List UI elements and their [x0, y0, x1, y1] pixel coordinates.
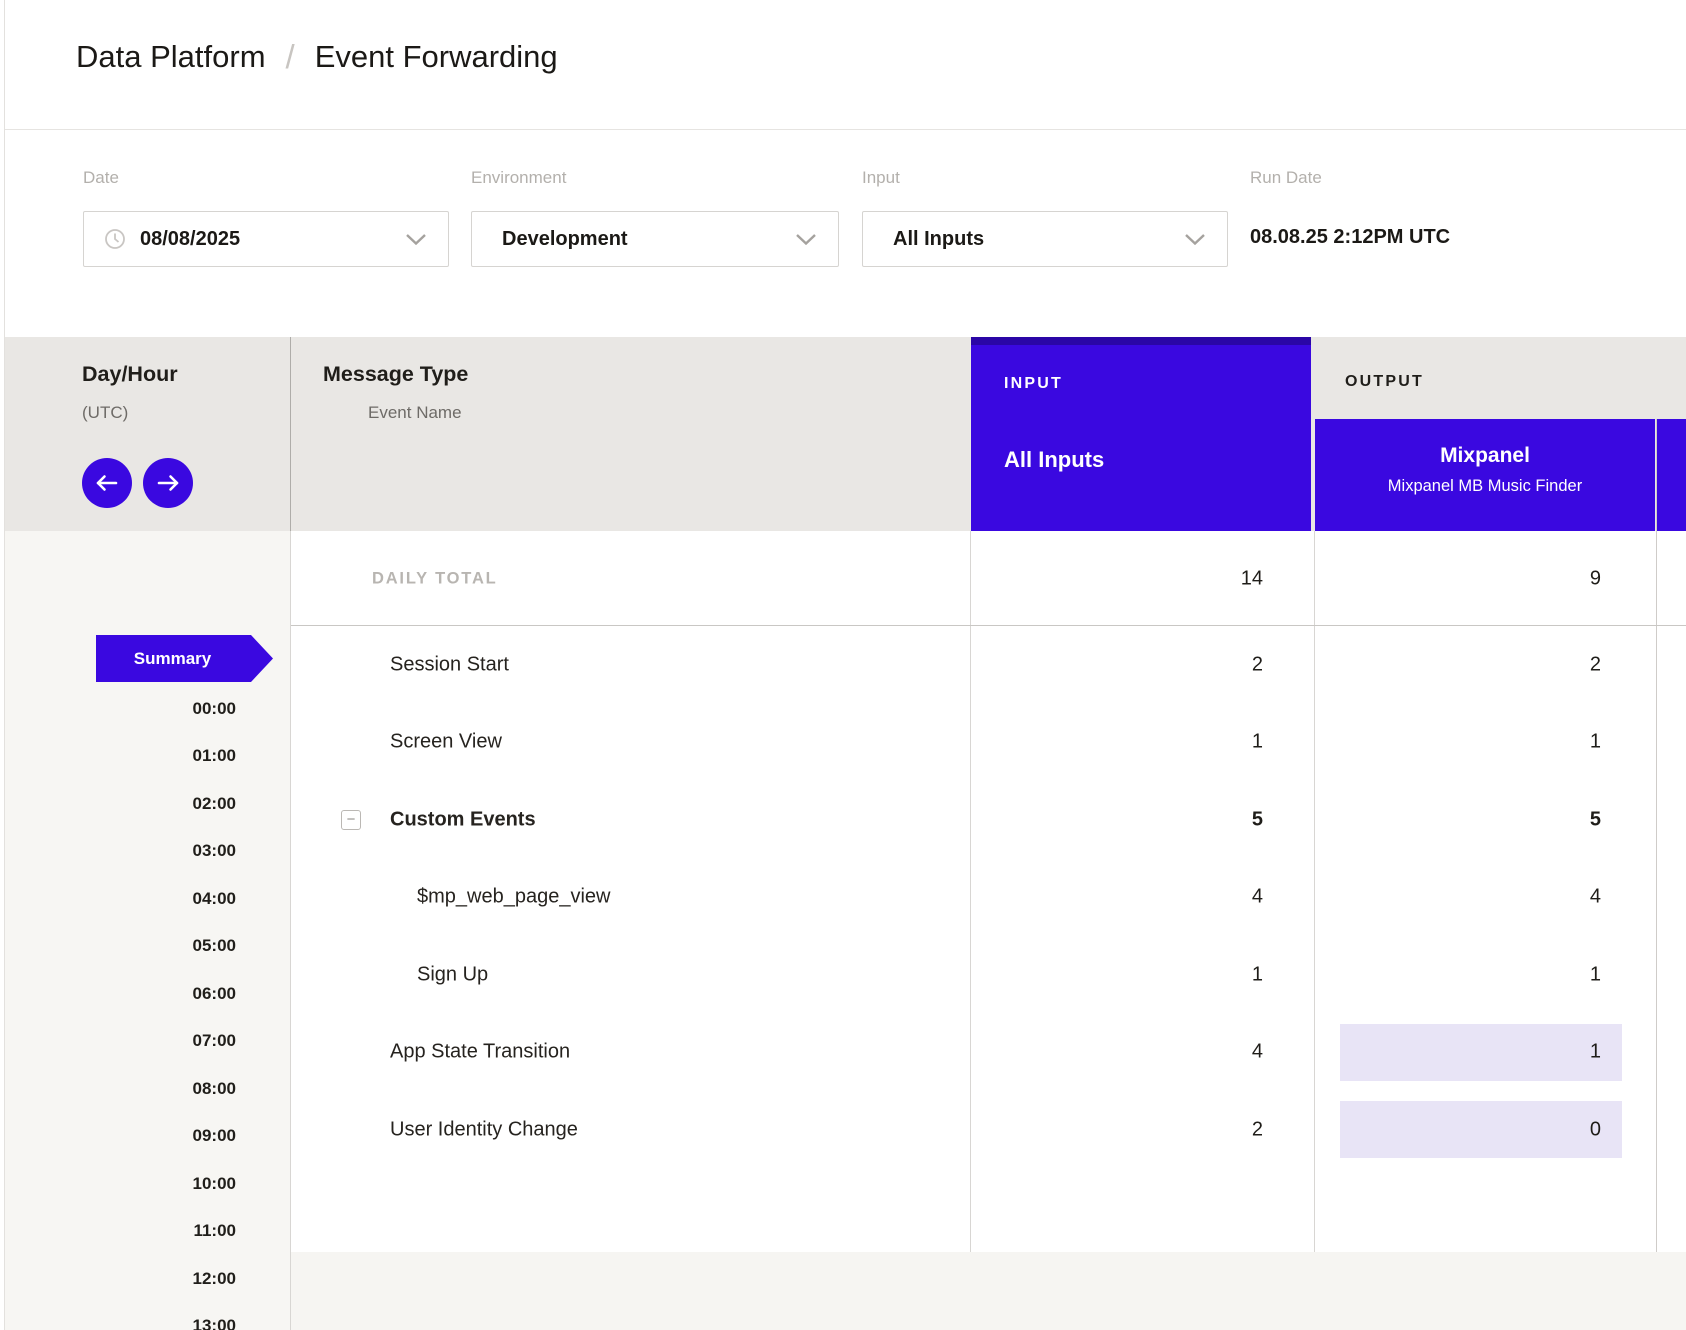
input-column-header[interactable]: INPUT All Inputs [971, 337, 1311, 531]
event-name: Sign Up [417, 963, 488, 986]
page-title: Event Forwarding [315, 39, 558, 75]
daily-total-label: DAILY TOTAL [372, 569, 498, 588]
event-name: Custom Events [390, 808, 536, 831]
date-value: 08/08/2025 [140, 228, 240, 251]
input-group-label: INPUT [1004, 375, 1063, 393]
previous-day-button[interactable] [82, 458, 132, 508]
output-cell-value: 1 [1590, 1041, 1601, 1064]
event-forwarding-page: Data Platform / Event Forwarding Date En… [0, 0, 1686, 1330]
input-column-name: All Inputs [1004, 447, 1104, 473]
output-cell-value: 5 [1590, 808, 1601, 831]
input-cell-value: 1 [1252, 963, 1263, 986]
table-row: $mp_web_page_view 4 4 [0, 859, 1686, 937]
message-type-column-subtitle: Event Name [368, 403, 462, 423]
environment-dropdown[interactable]: Development [471, 211, 839, 267]
input-cell-value: 4 [1252, 886, 1263, 909]
header-divider [5, 129, 1686, 130]
table-row: Session Start 2 2 [0, 626, 1686, 704]
input-cell-value: 2 [1252, 653, 1263, 676]
event-rows: Session Start 2 2 Screen View 1 1 − Cust… [0, 626, 1686, 1169]
clock-icon [104, 228, 126, 250]
collapse-toggle[interactable]: − [341, 810, 361, 830]
table-row-custom-events: − Custom Events 5 5 [0, 781, 1686, 859]
chevron-down-icon [796, 234, 816, 245]
daily-total-row: DAILY TOTAL 14 9 [0, 531, 1686, 626]
chevron-down-icon [406, 234, 426, 245]
footer-band [291, 1252, 1686, 1330]
date-filter-label: Date [83, 168, 119, 188]
day-hour-column-subtitle: (UTC) [82, 403, 128, 423]
input-filter-label: Input [862, 168, 900, 188]
input-cell-value: 4 [1252, 1041, 1263, 1064]
output-cell-value: 4 [1590, 886, 1601, 909]
table-row: App State Transition 4 1 [0, 1014, 1686, 1092]
highlighted-output-cell[interactable]: 1 [1340, 1024, 1622, 1081]
hour-item[interactable]: 11:00 [60, 1208, 236, 1256]
daily-total-input-value: 14 [1241, 567, 1263, 590]
event-name: Screen View [390, 731, 502, 754]
hour-item[interactable]: 13:00 [60, 1303, 236, 1330]
output-group-label: OUTPUT [1345, 373, 1424, 391]
arrow-left-icon [95, 474, 119, 492]
event-name: Session Start [390, 653, 509, 676]
date-dropdown[interactable]: 08/08/2025 [83, 211, 449, 267]
table-row: Sign Up 1 1 [0, 936, 1686, 1014]
breadcrumb-separator: / [286, 38, 295, 76]
table-row: Screen View 1 1 [0, 704, 1686, 782]
day-hour-column-title: Day/Hour [82, 362, 178, 387]
message-type-column-title: Message Type [323, 362, 468, 387]
event-name: User Identity Change [390, 1118, 578, 1141]
event-name: App State Transition [390, 1041, 570, 1064]
chevron-down-icon [1185, 234, 1205, 245]
connector-name: Mixpanel [1440, 444, 1530, 468]
connector-subtitle: Mixpanel MB Music Finder [1388, 477, 1582, 496]
hour-item[interactable]: 12:00 [60, 1255, 236, 1303]
input-cell-value: 1 [1252, 731, 1263, 754]
event-name: $mp_web_page_view [417, 886, 610, 909]
run-date-label: Run Date [1250, 168, 1322, 188]
column-divider [290, 337, 291, 531]
highlighted-output-cell[interactable]: 0 [1340, 1101, 1622, 1158]
breadcrumb: Data Platform / Event Forwarding [76, 38, 558, 76]
minus-icon: − [347, 812, 356, 827]
input-dropdown[interactable]: All Inputs [862, 211, 1228, 267]
daily-total-output-value: 9 [1590, 567, 1601, 590]
output-cell-value: 0 [1590, 1118, 1601, 1141]
environment-filter-label: Environment [471, 168, 566, 188]
environment-value: Development [502, 228, 628, 251]
next-connector-header-partial[interactable] [1657, 419, 1686, 531]
breadcrumb-section[interactable]: Data Platform [76, 39, 266, 75]
input-cell-value: 2 [1252, 1118, 1263, 1141]
table-row: User Identity Change 2 0 [0, 1091, 1686, 1169]
output-connector-header[interactable]: Mixpanel Mixpanel MB Music Finder [1315, 419, 1655, 531]
input-value: All Inputs [893, 228, 984, 251]
next-day-button[interactable] [143, 458, 193, 508]
run-date-value: 08.08.25 2:12PM UTC [1250, 226, 1450, 249]
output-cell-value: 2 [1590, 653, 1601, 676]
arrow-right-icon [156, 474, 180, 492]
input-cell-value: 5 [1252, 808, 1263, 831]
output-cell-value: 1 [1590, 963, 1601, 986]
output-cell-value: 1 [1590, 731, 1601, 754]
